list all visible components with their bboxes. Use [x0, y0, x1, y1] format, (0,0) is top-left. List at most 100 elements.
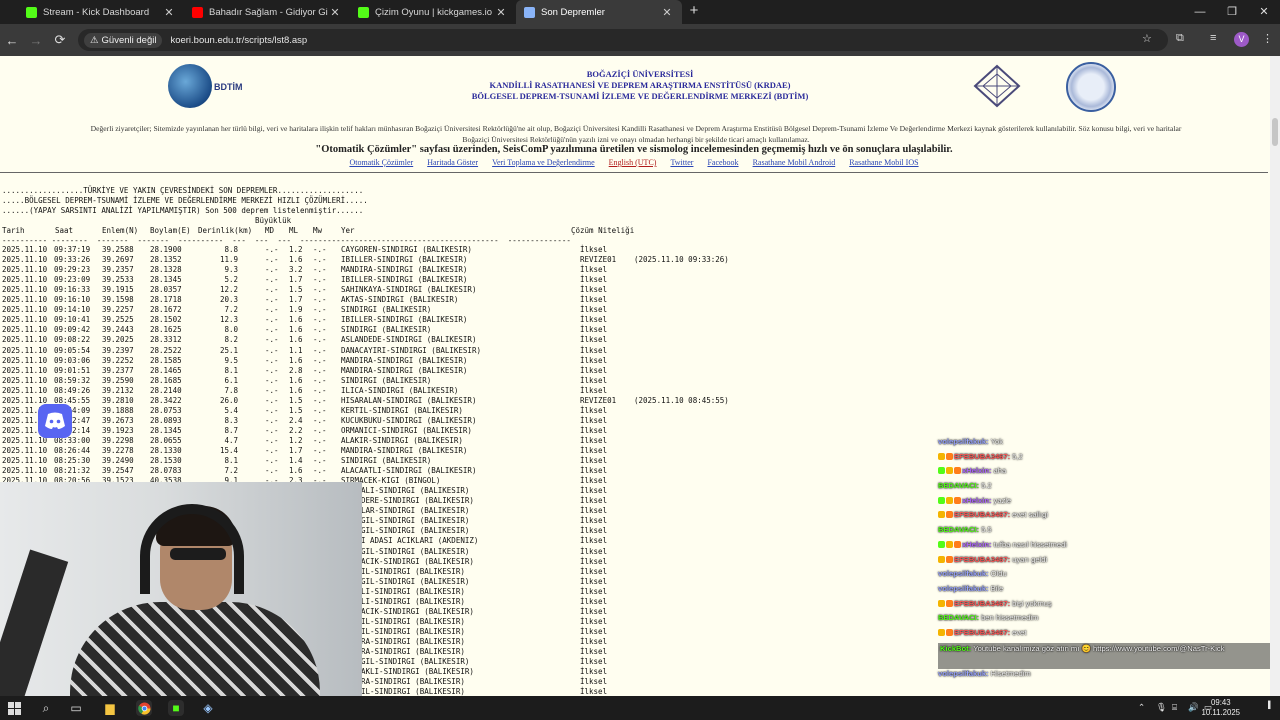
page-scrollbar[interactable] — [1270, 56, 1280, 696]
tray-chevron-icon[interactable]: ⌃ — [1138, 702, 1145, 720]
table-cell: AKLI-SINDIRGI (BALIKESIR) — [361, 667, 474, 677]
back-icon[interactable]: ← — [0, 33, 24, 48]
nav-link[interactable]: Rasathane Mobil IOS — [849, 158, 918, 167]
nav-link[interactable]: Veri Toplama ve Değerlendirme — [492, 158, 595, 167]
table-cell: 2025.11.10 — [2, 345, 48, 355]
chat-username: BEDAVACI: — [938, 613, 980, 623]
table-cell: İlksel — [580, 506, 608, 516]
table-cell: SAHINKAYA-SINDIRGI (BALIKESIR) — [341, 285, 477, 295]
task-view-icon[interactable]: ▭ — [68, 700, 84, 716]
nav-link[interactable]: Otomatik Çözümler — [349, 158, 413, 167]
table-cell: 28.1345 — [150, 275, 182, 285]
table-cell: -.- — [265, 405, 279, 415]
chat-badge-icon — [946, 496, 953, 504]
url-bar[interactable]: ⚠ Güvenli değil koeri.boun.edu.tr/script… — [78, 29, 1168, 51]
table-cell: KERTIL-SINDIRGI (BALIKESIR) — [341, 405, 463, 415]
forward-icon[interactable]: → — [24, 33, 48, 48]
table-cell: İlksel — [580, 355, 608, 365]
table-cell: 8.8 — [224, 245, 238, 254]
browser-tab[interactable]: Stream - Kick Dashboard ✕ — [18, 0, 184, 24]
nav-link[interactable]: Facebook — [707, 158, 738, 167]
chat-username: volepsilfakuk: — [938, 668, 989, 678]
profile-avatar[interactable]: V — [1234, 32, 1249, 47]
table-cell: İlksel — [580, 466, 608, 476]
table-row: 2025.11.10 08:21:32 39.2547 28.0783 7.2 -.- 1.… — [2, 466, 1002, 476]
new-tab-button[interactable]: + — [682, 0, 706, 24]
tab-close-icon[interactable]: ✕ — [328, 6, 342, 19]
close-window-icon[interactable]: ✕ — [1248, 0, 1280, 24]
table-cell: İlksel — [580, 265, 608, 275]
table-cell: 1.7 — [289, 446, 303, 455]
media-icon[interactable]: ≡ — [1210, 32, 1216, 44]
table-cell: 09:05:54 — [54, 345, 91, 355]
security-chip[interactable]: ⚠ Güvenli değil — [84, 32, 163, 48]
address-toolbar: ← → ⟳ ⚠ Güvenli değil koeri.boun.edu.tr/… — [0, 24, 1280, 56]
chat-text: evet — [1012, 627, 1027, 637]
table-cell: -.- — [313, 305, 327, 315]
table-cell: -.- — [313, 385, 327, 395]
table-cell: 2025.11.10 — [2, 466, 48, 476]
table-cell: -.- — [265, 275, 279, 285]
tab-favicon-icon — [358, 6, 369, 18]
browser-tab[interactable]: Son Depremler ✕ — [516, 0, 682, 24]
system-clock[interactable]: 09:43 10.11.2025 — [1202, 698, 1240, 718]
reload-icon[interactable]: ⟳ — [48, 32, 72, 48]
table-cell: (2025.11.10 08:45:55) — [634, 395, 729, 405]
tab-close-icon[interactable]: ✕ — [660, 6, 674, 19]
nav-link[interactable]: Haritada Göster — [427, 158, 478, 167]
table-cell: 28.1672 — [150, 305, 182, 315]
table-cell: LI-SINDIRGI (BALIKESIR) — [361, 596, 465, 606]
table-cell: 7.2 — [224, 466, 238, 476]
nav-link[interactable]: Twitter — [670, 158, 693, 167]
table-cell: IBILLER-SINDIRGI (BALIKESIR) — [341, 315, 468, 325]
scrollbar-thumb[interactable] — [1272, 118, 1278, 146]
table-row: 2025.11.10 08:25:30 39.2490 28.1530 8.1 -.- 1.… — [2, 456, 1002, 466]
table-cell: İlksel — [580, 335, 608, 345]
mic-tray-icon[interactable]: 🎙 — [1156, 702, 1167, 720]
menu-kebab-icon[interactable]: ⋮ — [1262, 32, 1273, 45]
table-cell: İlksel — [580, 606, 608, 616]
table-cell: 39.2257 — [102, 305, 134, 315]
table-cell: 26.0 — [219, 395, 238, 405]
app-icon-green[interactable]: ■ — [168, 700, 184, 716]
table-cell: 28.1585 — [150, 355, 182, 365]
extensions-icon[interactable]: ⧉ — [1176, 32, 1184, 45]
browser-tab[interactable]: Bahadır Sağlam - Gidiyor Gibiyi✕ — [184, 0, 350, 24]
restore-icon[interactable]: ❐ — [1216, 0, 1248, 24]
network-icon[interactable]: ⌸ — [1172, 702, 1177, 720]
table-cell: 4.7 — [224, 435, 238, 445]
table-cell: 8.3 — [224, 415, 238, 425]
table-cell: 28.2140 — [150, 385, 182, 395]
nav-link[interactable]: English (UTC) — [609, 158, 657, 167]
table-cell: 28.1718 — [150, 295, 182, 305]
list-title-line3: ......(YAPAY SARSINTI ANALİZİ YAPILMAMIŞ… — [2, 206, 364, 215]
table-row: 2025.11.10 08:59:32 39.2590 28.1685 6.1 -.- 1.… — [2, 376, 1002, 386]
minimize-icon[interactable]: — — [1184, 0, 1216, 24]
tab-close-icon[interactable]: ✕ — [162, 6, 176, 19]
notification-icon[interactable]: ▌ — [1268, 702, 1273, 720]
search-icon[interactable]: ⌕ — [38, 700, 54, 716]
table-cell: -.- — [313, 405, 327, 415]
file-explorer-icon[interactable]: ▆ — [102, 700, 118, 716]
header-line3: BÖLGESEL DEPREM-TSUNAMİ İZLEME VE DEĞERL… — [471, 91, 809, 101]
table-row: 2025.11.10 09:37:19 39.2588 28.1900 8.8 -.- 1.… — [2, 245, 1002, 255]
bookmark-star-icon[interactable]: ☆ — [1142, 32, 1152, 45]
table-cell: -.- — [313, 365, 327, 375]
table-cell: ALAKIR-SINDIRGI (BALIKESIR) — [341, 435, 463, 445]
chat-badge-icon — [938, 555, 945, 563]
table-cell: 3.2 — [289, 265, 303, 275]
tab-favicon-icon — [26, 6, 37, 18]
chat-badge-icon — [938, 599, 945, 607]
table-cell: 2025.11.10 — [2, 335, 48, 345]
browser-tab[interactable]: Çizim Oyunu | kickgames.io ✕ — [350, 0, 516, 24]
steam-icon[interactable]: ◈ — [200, 700, 216, 716]
chrome-icon[interactable] — [136, 700, 152, 716]
url-text[interactable]: koeri.boun.edu.tr/scripts/lst8.asp — [170, 35, 307, 46]
nav-link[interactable]: Rasathane Mobil Android — [753, 158, 836, 167]
volume-icon[interactable]: 🔊 — [1188, 702, 1199, 720]
table-cell: 6.1 — [224, 375, 238, 385]
table-cell: İlksel — [580, 305, 608, 315]
windows-start-icon[interactable] — [6, 700, 22, 716]
tab-close-icon[interactable]: ✕ — [494, 6, 508, 19]
chat-message: BEDAVACI: 5.5 — [938, 525, 1270, 540]
